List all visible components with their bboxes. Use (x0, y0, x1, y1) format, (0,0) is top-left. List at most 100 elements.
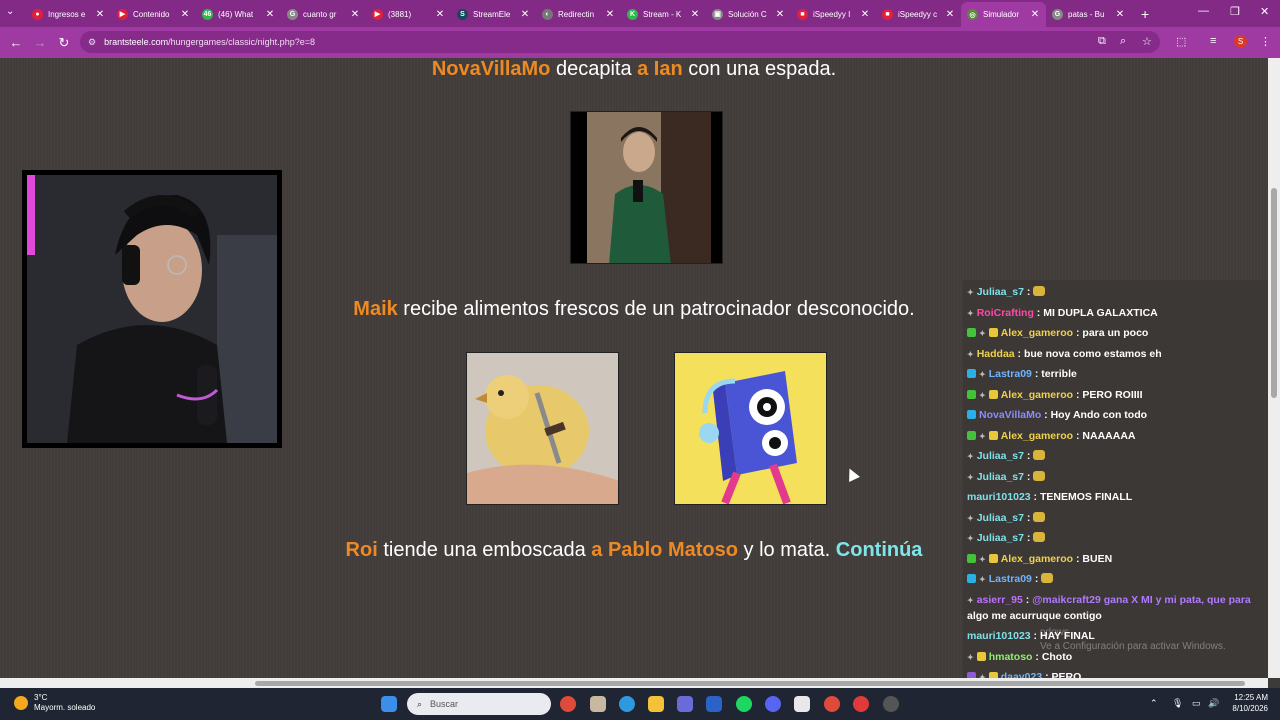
site-info-icon[interactable]: ⚙ (88, 37, 96, 48)
vertical-scroll-thumb[interactable] (1271, 188, 1277, 398)
horizontal-scrollbar[interactable] (0, 678, 1268, 688)
close-tab-icon[interactable]: ✕ (945, 9, 955, 20)
tab-favicon-icon: S (457, 8, 468, 20)
close-tab-icon[interactable]: ✕ (520, 9, 530, 20)
capcut-taskbar-icon[interactable] (794, 696, 810, 712)
vertical-scrollbar[interactable] (1268, 58, 1280, 678)
volume-icon[interactable]: 🔊 (1208, 698, 1219, 709)
chat-username[interactable]: Juliaa_s7 (977, 512, 1024, 524)
file-explorer-taskbar-icon[interactable] (648, 696, 664, 712)
windows-start-icon[interactable] (381, 696, 397, 712)
reading-list-icon[interactable]: ≡ (1210, 35, 1216, 47)
chat-message: NovaVillaMo : Hoy Ando con todo (967, 408, 1265, 422)
search-icon: ⌕ (417, 698, 423, 709)
chat-username[interactable]: asierr_95 (977, 594, 1023, 606)
chat-username[interactable]: NovaVillaMo (979, 409, 1041, 421)
tab-title: Ingresos e (48, 9, 86, 19)
browser-menu-icon[interactable]: ⋮ (1260, 35, 1271, 48)
bookmark-star-icon[interactable]: ☆ (1142, 35, 1152, 48)
chat-text: bue nova como estamos eh (1023, 347, 1162, 360)
close-tab-icon[interactable]: ✕ (690, 9, 700, 20)
zoom-icon[interactable]: ⌕ (1120, 35, 1126, 48)
translate-icon[interactable]: ⧉ (1098, 35, 1106, 48)
browser-tab[interactable]: K Stream - K ✕ (621, 3, 706, 25)
forward-icon[interactable]: → (28, 35, 52, 50)
store-taskbar-icon[interactable] (590, 696, 606, 712)
tab-title: iSpeedyy I (813, 9, 851, 19)
chrome-profile-taskbar-icon[interactable] (824, 696, 840, 712)
discord-taskbar-icon[interactable] (765, 696, 781, 712)
chat-username[interactable]: RoiCrafting (977, 307, 1034, 319)
taskbar-clock[interactable]: 12:25 AM 8/10/2026 (1224, 692, 1268, 714)
extensions-icon[interactable]: ⬚ (1176, 35, 1186, 48)
address-bar[interactable]: ⚙ brantsteele.com/hungergames/classic/ni… (80, 31, 1160, 53)
new-tab-button[interactable]: + (1141, 6, 1149, 22)
browser-tab[interactable]: ▶ Contenido ✕ (111, 3, 196, 25)
microphone-icon[interactable]: 🎙 (1172, 698, 1183, 709)
browser-tab[interactable]: ◎ Simulador ✕ (961, 1, 1046, 28)
chat-username[interactable]: Juliaa_s7 (977, 532, 1024, 544)
weather-widget[interactable]: 3°C Mayorm. soleado (14, 693, 95, 713)
chat-message: ✦ Haddaa : bue nova como estamos eh (967, 347, 1265, 362)
back-icon[interactable]: ← (4, 35, 28, 50)
chrome-taskbar-icon[interactable] (560, 696, 576, 712)
chat-username[interactable]: Juliaa_s7 (977, 471, 1024, 483)
taskbar-search[interactable]: ⌕ Buscar (407, 693, 551, 715)
close-tab-icon[interactable]: ✕ (860, 9, 870, 20)
close-tab-icon[interactable]: ✕ (350, 9, 360, 20)
tab-search-chevron-icon[interactable]: ⌄ (6, 6, 14, 17)
obs-taskbar-icon[interactable] (883, 696, 899, 712)
close-tab-icon[interactable]: ✕ (605, 9, 615, 20)
edge-taskbar-icon[interactable] (619, 696, 635, 712)
close-tab-icon[interactable]: ✕ (775, 9, 785, 20)
chat-username[interactable]: Lastra09 (989, 368, 1032, 380)
browser-tab[interactable]: ● Ingresos e ✕ (26, 3, 111, 25)
chat-username[interactable]: Alex_gameroo (1001, 327, 1073, 339)
network-icon[interactable]: ▭ (1192, 698, 1201, 709)
chat-username[interactable]: Alex_gameroo (1001, 553, 1073, 565)
browser-tab[interactable]: ▣ Solución C ✕ (706, 3, 791, 25)
chat-message: ✦ Alex_gameroo : NAAAAAA (967, 429, 1265, 444)
event-text: tiende una emboscada (377, 539, 592, 561)
chat-username[interactable]: Juliaa_s7 (977, 286, 1024, 298)
profile-avatar[interactable]: S (1234, 35, 1247, 48)
chat-username[interactable]: Haddaa (977, 348, 1015, 360)
chat-text: TENEMOS FINALL (1039, 491, 1133, 503)
continue-link[interactable]: Continúa (836, 539, 923, 561)
tab-strip: ⌄ ● Ingresos e ✕ ▶ Contenido ✕ 46 (46) What ✕ Gcu… (0, 0, 1280, 28)
tab-favicon-icon: G (287, 8, 298, 20)
browser-tab[interactable]: Gcuanto gr ✕ (281, 3, 366, 25)
chat-username[interactable]: Alex_gameroo (1001, 389, 1073, 401)
teams-taskbar-icon[interactable] (677, 696, 693, 712)
close-tab-icon[interactable]: ✕ (95, 9, 105, 20)
maximize-icon[interactable]: ❐ (1230, 5, 1240, 18)
close-window-icon[interactable]: ✕ (1260, 5, 1269, 18)
tray-chevron-icon[interactable]: ⌃ (1150, 698, 1158, 709)
close-tab-icon[interactable]: ✕ (265, 9, 275, 20)
mod-badge-icon: ✦ (979, 575, 986, 584)
browser-tab[interactable]: ▶ (3881) ✕ (366, 3, 451, 25)
tab-favicon-icon: ◐ (542, 8, 553, 20)
browser-tab[interactable]: ■ iSpeedyy I ✕ (791, 3, 876, 25)
chat-username[interactable]: Lastra09 (989, 573, 1032, 585)
browser-tab[interactable]: S StreamEle ✕ (451, 3, 536, 25)
close-tab-icon[interactable]: ✕ (1115, 9, 1125, 20)
browser-tab[interactable]: ■ iSpeedyy c ✕ (876, 3, 961, 25)
browser-tab[interactable]: Gpatas - Bu ✕ (1046, 3, 1131, 25)
close-tab-icon[interactable]: ✕ (180, 9, 190, 20)
minimize-icon[interactable]: — (1198, 5, 1209, 17)
reload-icon[interactable]: ↻ (52, 35, 76, 51)
chat-username[interactable]: mauri101023 (967, 491, 1031, 503)
recorder-taskbar-icon[interactable] (853, 696, 869, 712)
browser-tab[interactable]: 46 (46) What ✕ (196, 3, 281, 25)
outlook-taskbar-icon[interactable] (706, 696, 722, 712)
spotify-taskbar-icon[interactable] (736, 696, 752, 712)
chat-username[interactable]: mauri101023 (967, 630, 1031, 642)
chat-username[interactable]: Juliaa_s7 (977, 450, 1024, 462)
horizontal-scroll-thumb[interactable] (255, 681, 1245, 686)
chat-username[interactable]: hmatoso (989, 651, 1033, 663)
chat-username[interactable]: Alex_gameroo (1001, 430, 1073, 442)
close-tab-icon[interactable]: ✕ (1030, 9, 1040, 20)
browser-tab[interactable]: ◐ Redirectin ✕ (536, 3, 621, 25)
close-tab-icon[interactable]: ✕ (435, 9, 445, 20)
